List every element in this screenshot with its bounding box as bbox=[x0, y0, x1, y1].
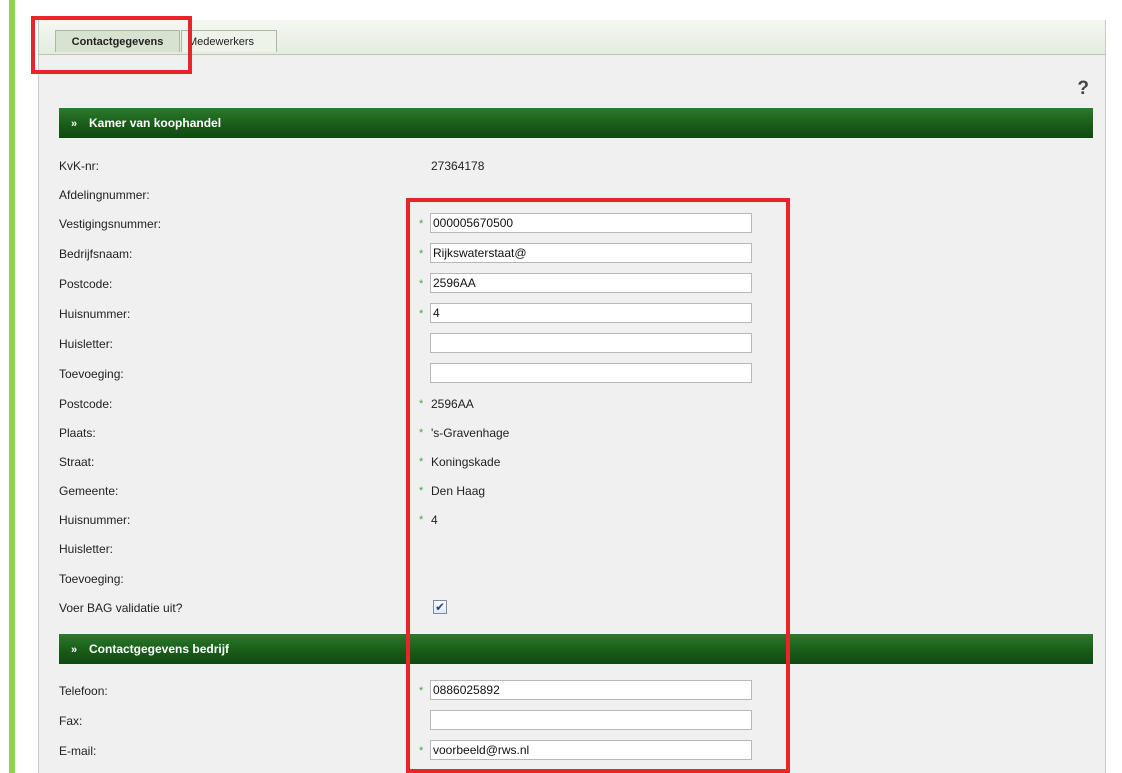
required-marker: * bbox=[419, 514, 424, 526]
huisnummer-input[interactable] bbox=[430, 303, 752, 323]
left-accent-bar bbox=[9, 0, 15, 773]
field-label: KvK-nr: bbox=[59, 159, 100, 173]
row-huisnummer: Huisnummer: * 4 bbox=[59, 505, 1093, 535]
section-title: Kamer van koophandel bbox=[89, 116, 222, 130]
bedrijfsnaam-input[interactable] bbox=[430, 243, 752, 263]
required-marker: * bbox=[419, 685, 424, 697]
field-label: Straat: bbox=[59, 455, 95, 469]
field-label: Voer BAG validatie uit? bbox=[59, 601, 183, 615]
row-postcode-input: Postcode: * bbox=[59, 269, 1093, 299]
field-label: Fax: bbox=[59, 714, 83, 728]
required-marker: * bbox=[419, 427, 424, 439]
field-label: Afdelingnummer: bbox=[59, 188, 150, 202]
chevron-down-icon: » bbox=[71, 644, 78, 656]
field-label: Toevoeging: bbox=[59, 367, 124, 381]
row-toevoeging-input: Toevoeging: bbox=[59, 359, 1093, 389]
row-postcode: Postcode: * 2596AA bbox=[59, 389, 1093, 419]
required-marker: * bbox=[419, 308, 424, 320]
required-marker: * bbox=[419, 456, 424, 468]
field-label: Huisnummer: bbox=[59, 307, 131, 321]
row-toevoeging: Toevoeging: bbox=[59, 564, 1093, 594]
row-huisletter: Huisletter: bbox=[59, 534, 1093, 564]
row-straat: Straat: * Koningskade bbox=[59, 447, 1093, 477]
field-label: Huisnummer: bbox=[59, 513, 131, 527]
plaats-value: 's-Gravenhage bbox=[431, 426, 510, 440]
required-marker: * bbox=[419, 745, 424, 757]
straat-value: Koningskade bbox=[431, 455, 501, 469]
content-panel: Contactgegevens Medewerkers ? » Kamer van… bbox=[38, 20, 1106, 773]
chevron-down-icon: » bbox=[71, 118, 78, 130]
row-afdelingnummer: Afdelingnummer: bbox=[59, 180, 1093, 210]
row-plaats: Plaats: * 's-Gravenhage bbox=[59, 418, 1093, 448]
kvk-nr-value: 27364178 bbox=[431, 159, 485, 173]
field-label: E-mail: bbox=[59, 744, 97, 758]
required-marker: * bbox=[419, 218, 424, 230]
tab-contactgegevens[interactable]: Contactgegevens bbox=[55, 30, 180, 52]
field-label: Plaats: bbox=[59, 426, 96, 440]
tab-medewerkers[interactable]: Medewerkers bbox=[181, 30, 277, 52]
gemeente-value: Den Haag bbox=[431, 484, 486, 498]
row-huisletter-input: Huisletter: bbox=[59, 329, 1093, 359]
toevoeging-input[interactable] bbox=[430, 363, 752, 383]
row-huisnummer-input: Huisnummer: * bbox=[59, 299, 1093, 329]
field-label: Huisletter: bbox=[59, 337, 114, 351]
field-label: Telefoon: bbox=[59, 684, 108, 698]
telefoon-input[interactable] bbox=[430, 680, 752, 700]
field-label: Vestigingsnummer: bbox=[59, 217, 162, 231]
field-label: Huisletter: bbox=[59, 542, 114, 556]
required-marker: * bbox=[419, 278, 424, 290]
bag-validatie-checkbox[interactable]: ✔ bbox=[433, 600, 447, 614]
field-label: Toevoeging: bbox=[59, 572, 124, 586]
email-input[interactable] bbox=[430, 740, 752, 760]
vestigingsnummer-input[interactable] bbox=[430, 213, 752, 233]
row-vestigingsnummer: Vestigingsnummer: * bbox=[59, 209, 1093, 239]
row-bag-validatie: Voer BAG validatie uit? ✔ bbox=[59, 593, 1093, 623]
row-gemeente: Gemeente: * Den Haag bbox=[59, 476, 1093, 506]
fax-input[interactable] bbox=[430, 710, 752, 730]
field-label: Postcode: bbox=[59, 397, 113, 411]
field-label: Gemeente: bbox=[59, 484, 119, 498]
row-bedrijfsnaam: Bedrijfsnaam: * bbox=[59, 239, 1093, 269]
field-label: Bedrijfsnaam: bbox=[59, 247, 133, 261]
section-header-contact[interactable]: » Contactgegevens bedrijf bbox=[59, 634, 1093, 664]
required-marker: * bbox=[419, 485, 424, 497]
row-email: E-mail: * bbox=[59, 736, 1093, 766]
row-fax: Fax: bbox=[59, 706, 1093, 736]
help-icon[interactable]: ? bbox=[1077, 78, 1089, 100]
postcode-value: 2596AA bbox=[431, 397, 474, 411]
huisletter-input[interactable] bbox=[430, 333, 752, 353]
required-marker: * bbox=[419, 248, 424, 260]
field-label: Postcode: bbox=[59, 277, 113, 291]
row-kvk-nr: KvK-nr: 27364178 bbox=[59, 151, 1093, 181]
required-marker: * bbox=[419, 398, 424, 410]
tab-strip: Contactgegevens Medewerkers bbox=[39, 20, 1105, 55]
section-header-kvk[interactable]: » Kamer van koophandel bbox=[59, 108, 1093, 138]
postcode-input[interactable] bbox=[430, 273, 752, 293]
row-telefoon: Telefoon: * bbox=[59, 676, 1093, 706]
huisnummer-value: 4 bbox=[431, 513, 438, 527]
section-title: Contactgegevens bedrijf bbox=[89, 642, 230, 656]
